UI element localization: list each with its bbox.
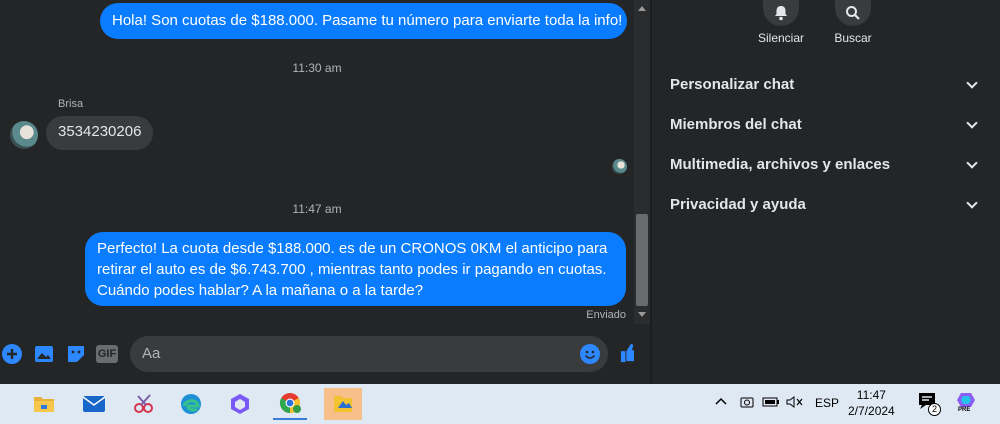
outgoing-message[interactable]: Perfecto! La cuota desde $188.000. es de…: [85, 232, 626, 306]
time: 11:47: [856, 388, 886, 402]
seen-avatar: [612, 159, 627, 174]
chevron-down-icon: [966, 196, 978, 209]
clock[interactable]: 11:47 2/7/2024: [848, 387, 895, 419]
sent-status: Enviado: [586, 309, 626, 321]
camera-icon[interactable]: [740, 395, 754, 412]
snipping-tool-icon[interactable]: [127, 388, 161, 420]
section-chat-members[interactable]: Miembros del chat: [670, 116, 980, 133]
taskbar: ESP 11:47 2/7/2024 2 PRE: [0, 384, 1000, 424]
avatar[interactable]: [10, 121, 38, 149]
file-manager-icon[interactable]: [324, 388, 362, 420]
chevron-down-icon: [966, 76, 978, 89]
section-label: Personalizar chat: [670, 76, 795, 93]
timestamp: 11:47 am: [292, 202, 342, 216]
like-icon[interactable]: [620, 343, 634, 363]
chevron-down-icon: [966, 156, 978, 169]
sender-name: Brisa: [58, 98, 84, 110]
message-input[interactable]: Aa: [130, 336, 608, 372]
preview-badge: PRE: [958, 407, 971, 413]
incoming-message[interactable]: 3534230206: [46, 116, 154, 150]
chevron-up-icon[interactable]: [714, 395, 728, 410]
mute-button[interactable]: Silenciar: [751, 0, 811, 45]
section-label: Privacidad y ayuda: [670, 196, 806, 213]
search-label: Buscar: [834, 31, 872, 45]
emoji-icon[interactable]: [580, 344, 600, 364]
outgoing-message[interactable]: Hola! Son cuotas de $188.000. Pasame tu …: [100, 3, 627, 39]
bell-icon: [763, 0, 799, 26]
timestamp: 11:30 am: [292, 61, 342, 75]
section-label: Multimedia, archivos y enlaces: [670, 156, 891, 173]
message-composer: GIF Aa: [0, 334, 634, 374]
notification-count: 2: [928, 403, 941, 416]
file-explorer-icon[interactable]: [27, 388, 61, 420]
copilot-icon[interactable]: PRE: [956, 391, 978, 415]
section-media-files-links[interactable]: Multimedia, archivos y enlaces: [670, 156, 980, 173]
scroll-up-icon[interactable]: [638, 6, 646, 11]
volume-muted-icon[interactable]: [786, 395, 804, 412]
chevron-down-icon: [966, 116, 978, 129]
scroll-thumb[interactable]: [636, 214, 648, 306]
image-icon[interactable]: [34, 344, 54, 364]
notification-icon[interactable]: 2: [918, 392, 942, 416]
chat-info-sidebar: Silenciar Buscar Personalizar chat Miemb…: [652, 0, 1000, 384]
search-icon: [835, 0, 871, 26]
battery-icon[interactable]: [762, 396, 780, 411]
section-customize-chat[interactable]: Personalizar chat: [670, 76, 980, 93]
scroll-down-icon[interactable]: [638, 312, 646, 317]
search-button[interactable]: Buscar: [823, 0, 883, 45]
sticker-icon[interactable]: [66, 344, 86, 364]
mail-icon[interactable]: [77, 388, 111, 420]
gif-icon[interactable]: GIF: [96, 345, 118, 363]
edge-icon[interactable]: [174, 388, 208, 420]
mute-label: Silenciar: [757, 31, 805, 45]
chat-scrollbar[interactable]: [634, 0, 650, 324]
plus-icon[interactable]: [2, 344, 22, 364]
chrome-icon[interactable]: [273, 388, 307, 420]
copilot-app-icon[interactable]: [223, 388, 257, 420]
language-indicator[interactable]: ESP: [815, 396, 839, 410]
chat-panel: Hola! Son cuotas de $188.000. Pasame tu …: [0, 0, 634, 384]
section-label: Miembros del chat: [670, 116, 802, 133]
section-privacy-help[interactable]: Privacidad y ayuda: [670, 196, 980, 213]
date: 2/7/2024: [848, 404, 895, 418]
